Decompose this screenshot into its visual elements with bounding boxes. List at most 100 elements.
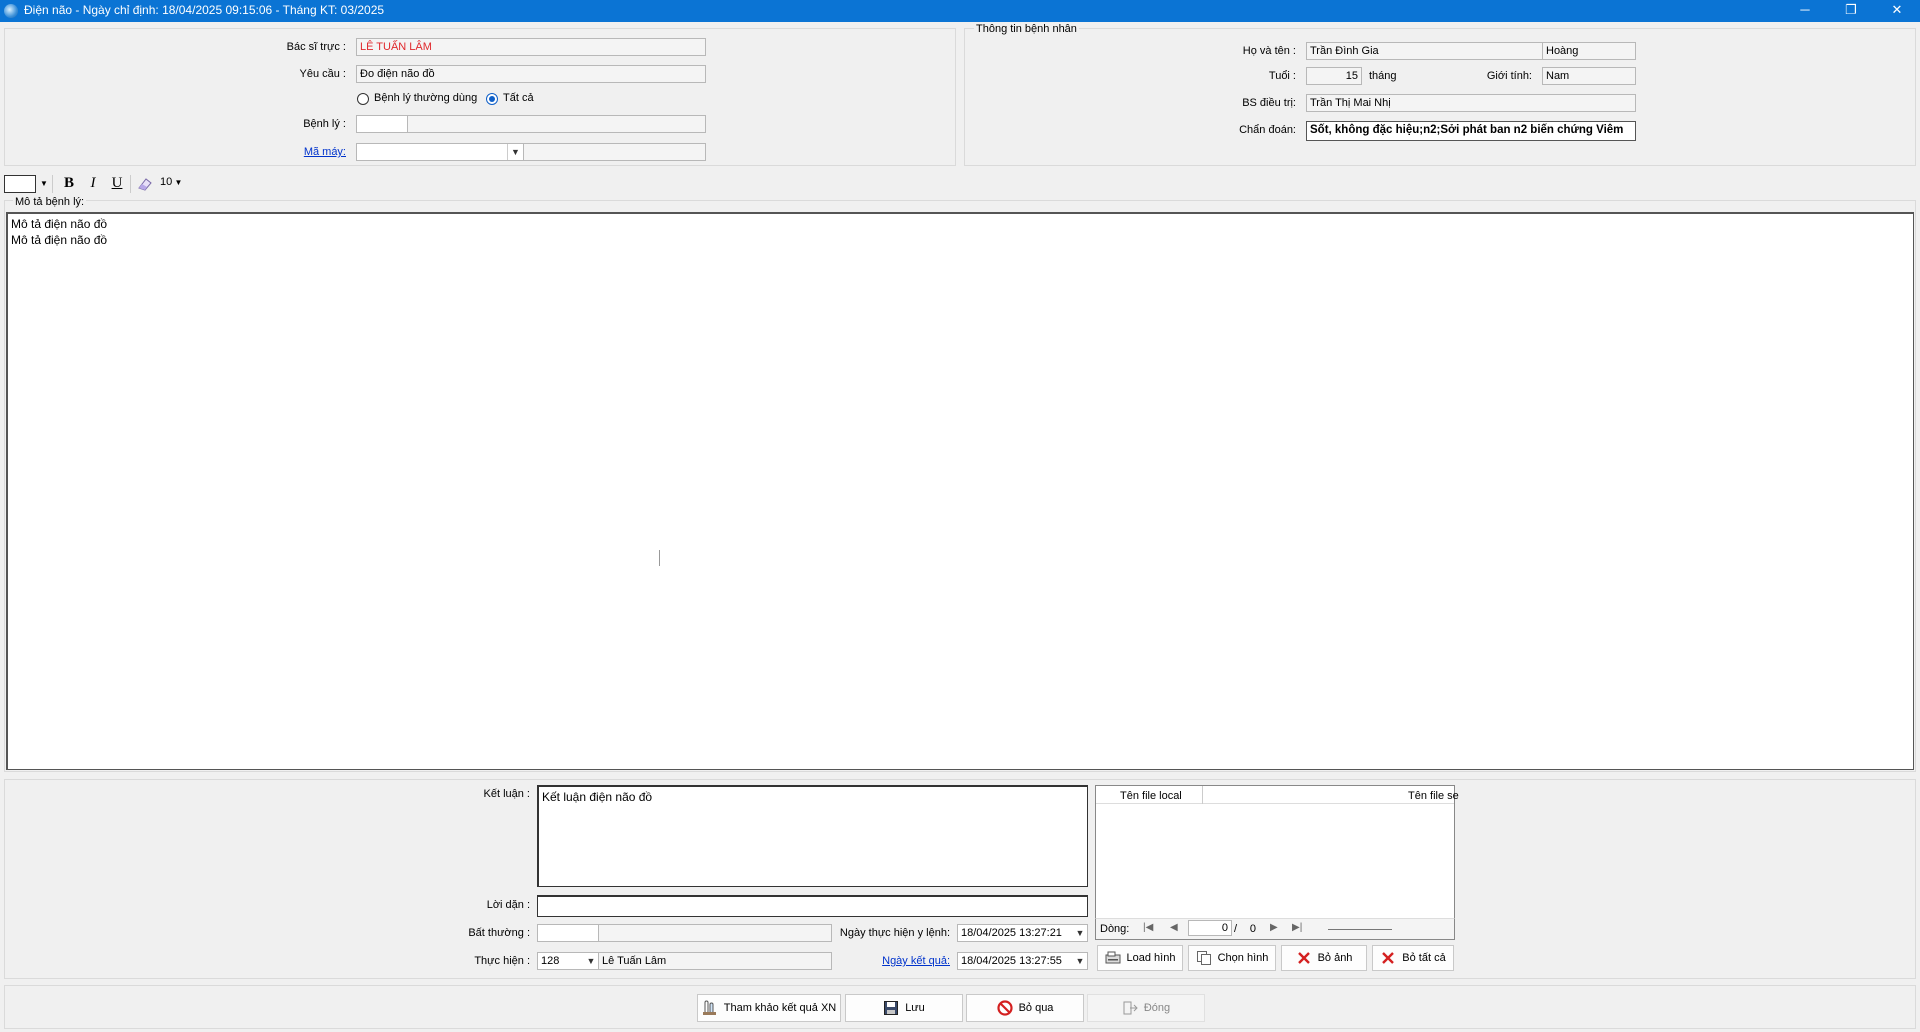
- first-name-field: Hoàng: [1542, 42, 1636, 60]
- underline-button[interactable]: U: [108, 174, 126, 192]
- copy-icon: [1196, 950, 1212, 966]
- column-server-file[interactable]: Tên file se: [1408, 790, 1459, 802]
- italic-button[interactable]: I: [84, 174, 102, 192]
- remove-all-images-button[interactable]: Bỏ tất cả: [1372, 945, 1454, 971]
- choose-image-button[interactable]: Chọn hình: [1188, 945, 1276, 971]
- radio-all-label: Tất cả: [503, 92, 534, 104]
- close-label: Đóng: [1143, 1002, 1171, 1014]
- radio-common-label: Bệnh lý thường dùng: [374, 92, 478, 104]
- next-record-icon[interactable]: ▶: [1270, 922, 1278, 933]
- doctor-field[interactable]: LÊ TUẤN LÂM: [356, 38, 706, 56]
- disease-label: Bệnh lý :: [303, 118, 346, 130]
- radio-all-diseases[interactable]: [486, 93, 498, 105]
- chevron-down-icon[interactable]: ▼: [1073, 953, 1087, 969]
- machine-name-field: [523, 143, 706, 161]
- age-field: 15: [1306, 67, 1362, 85]
- red-x-icon: [1380, 950, 1396, 966]
- description-label: Mô tả bệnh lý:: [13, 196, 87, 208]
- close-window-button[interactable]: ✕: [1874, 0, 1920, 22]
- last-record-icon[interactable]: ▶|: [1292, 922, 1302, 933]
- save-button[interactable]: Lưu: [845, 994, 963, 1022]
- machine-code-link[interactable]: Mã máy:: [230, 146, 346, 158]
- abnormal-label: Bất thường :: [468, 927, 530, 939]
- result-date-picker[interactable]: 18/04/2025 13:27:55 ▼: [957, 952, 1088, 970]
- disease-code-field[interactable]: [356, 115, 408, 133]
- scanner-icon: [1105, 950, 1121, 966]
- age-unit: tháng: [1369, 70, 1397, 82]
- chevron-down-icon[interactable]: ▼: [584, 953, 598, 969]
- font-size-dropdown-icon: ▼: [172, 178, 183, 187]
- red-x-icon: [1296, 950, 1312, 966]
- order-date-picker[interactable]: 18/04/2025 13:27:21 ▼: [957, 924, 1088, 942]
- result-date-link[interactable]: Ngày kết quả:: [830, 955, 950, 967]
- radio-common-diseases[interactable]: [357, 93, 369, 105]
- row-total: 0: [1249, 923, 1256, 935]
- sex-field: Nam: [1542, 67, 1636, 85]
- no-entry-icon: [996, 1000, 1013, 1016]
- diagnosis-label: Chẩn đoán:: [1239, 124, 1296, 136]
- request-label: Yêu cầu :: [299, 68, 346, 80]
- result-date-value: 18/04/2025 13:27:55: [961, 955, 1062, 967]
- advice-field[interactable]: [537, 895, 1088, 917]
- font-color-picker[interactable]: [4, 175, 36, 193]
- reference-results-label: Tham khảo kết quả XN: [723, 1002, 837, 1014]
- age-label: Tuổi :: [1268, 70, 1296, 82]
- remove-all-label: Bỏ tất cả: [1402, 952, 1446, 964]
- remove-image-label: Bỏ ảnh: [1317, 952, 1353, 964]
- order-date-value: 18/04/2025 13:27:21: [961, 927, 1062, 939]
- current-row-field[interactable]: 0: [1188, 920, 1232, 936]
- attending-label: BS điều trị:: [1242, 97, 1296, 109]
- name-label: Họ và tên :: [1242, 45, 1296, 57]
- advice-label: Lời dặn :: [486, 899, 530, 911]
- font-size-dropdown[interactable]: 10 ▼: [160, 176, 182, 188]
- machine-code-combo[interactable]: ▼: [356, 143, 524, 161]
- close-button[interactable]: Đóng: [1087, 994, 1205, 1022]
- minimize-button[interactable]: ─: [1782, 0, 1828, 22]
- toolbar-separator: [130, 175, 131, 193]
- column-divider: [1202, 786, 1203, 804]
- column-local-file[interactable]: Tên file local: [1120, 790, 1182, 802]
- load-image-label: Load hình: [1126, 952, 1176, 964]
- restore-button[interactable]: ❐: [1828, 0, 1874, 22]
- abnormal-name-field: [598, 924, 832, 942]
- prev-record-icon[interactable]: ◀: [1170, 922, 1178, 933]
- font-size-value: 10: [160, 176, 173, 188]
- floppy-disk-icon: [883, 1000, 899, 1016]
- performer-code-combo[interactable]: 128 ▼: [537, 952, 599, 970]
- performer-name-field: Lê Tuấn Lâm: [598, 952, 832, 970]
- window-title: Điện não - Ngày chỉ định: 18/04/2025 09:…: [24, 3, 385, 17]
- conclusion-editor[interactable]: Kết luận điện não đồ: [537, 785, 1088, 887]
- last-middle-name-field: Trần Đình Gia: [1306, 42, 1543, 60]
- request-field[interactable]: Đo điện não đồ: [356, 65, 706, 83]
- abnormal-code-field[interactable]: [537, 924, 599, 942]
- chevron-down-icon[interactable]: ▼: [507, 144, 523, 160]
- skip-label: Bỏ qua: [1018, 1002, 1054, 1014]
- image-file-grid[interactable]: Tên file local Tên file se: [1095, 785, 1459, 940]
- remove-image-button[interactable]: Bỏ ảnh: [1281, 945, 1367, 971]
- test-tubes-icon: [702, 1000, 718, 1016]
- row-label: Dòng:: [1100, 923, 1130, 935]
- bold-button[interactable]: B: [60, 174, 78, 192]
- performer-code-value: 128: [541, 955, 560, 967]
- color-dropdown-icon[interactable]: ▼: [40, 179, 48, 188]
- load-image-button[interactable]: Load hình: [1097, 945, 1183, 971]
- doctor-label: Bác sĩ trực :: [286, 41, 346, 53]
- eraser-icon[interactable]: [136, 175, 154, 193]
- performer-label: Thực hiện :: [474, 955, 530, 967]
- toolbar-separator: [52, 175, 53, 193]
- save-label: Lưu: [905, 1002, 925, 1014]
- attending-field: Trần Thị Mai Nhị: [1306, 94, 1636, 112]
- reference-results-button[interactable]: Tham khảo kết quả XN: [697, 994, 841, 1022]
- first-record-icon[interactable]: |◀: [1143, 922, 1153, 933]
- patient-group-title: Thông tin bệnh nhân: [974, 23, 1079, 35]
- conclusion-label: Kết luận :: [483, 788, 530, 800]
- exit-door-icon: [1122, 1000, 1138, 1016]
- choose-image-label: Chọn hình: [1217, 952, 1269, 964]
- title-bar: Điện não - Ngày chỉ định: 18/04/2025 09:…: [0, 0, 1920, 22]
- description-editor[interactable]: Mô tả điện não đồ Mô tả điện não đồ: [6, 212, 1914, 770]
- chevron-down-icon[interactable]: ▼: [1073, 925, 1087, 941]
- grid-hscroll[interactable]: [1328, 929, 1392, 930]
- skip-button[interactable]: Bỏ qua: [966, 994, 1084, 1022]
- sex-label: Giới tính:: [1486, 70, 1532, 82]
- disease-name-field[interactable]: [407, 115, 706, 133]
